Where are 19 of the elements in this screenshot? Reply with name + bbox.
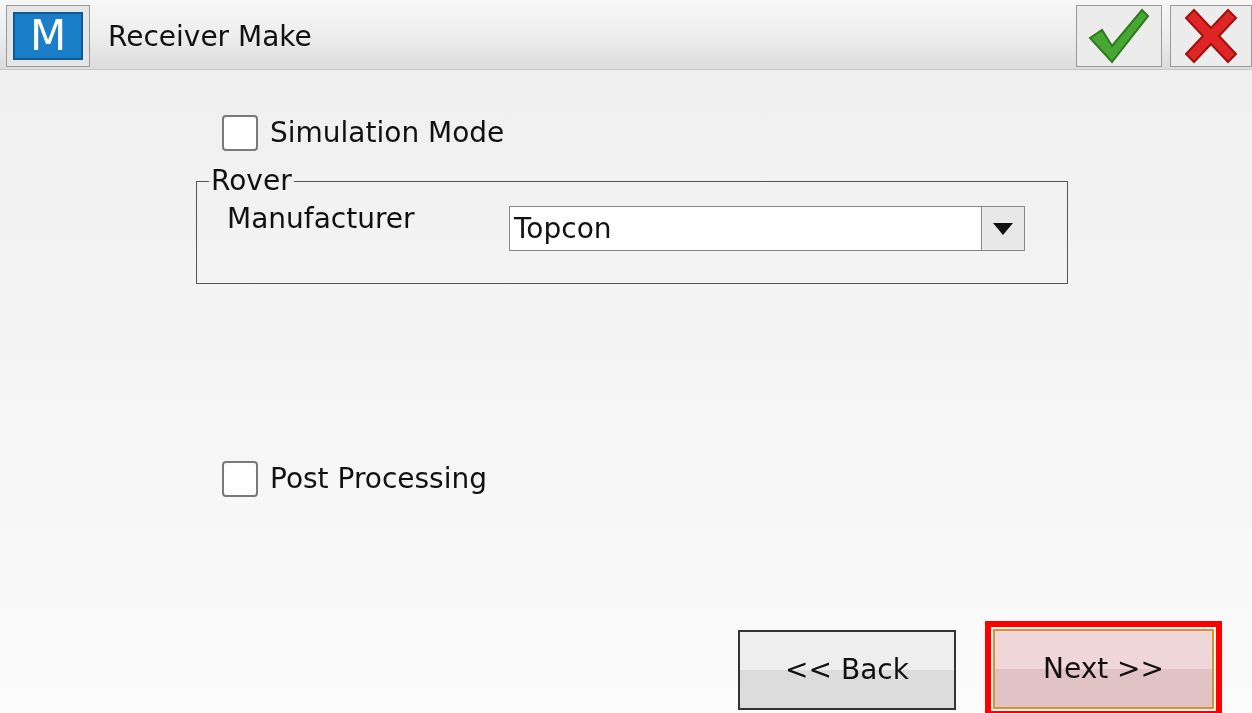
logo: M <box>13 12 83 60</box>
manufacturer-label: Manufacturer <box>227 201 416 237</box>
ok-button[interactable] <box>1076 5 1162 67</box>
caret-icon <box>993 222 1013 235</box>
close-button[interactable] <box>1170 5 1252 67</box>
checkmark-icon <box>1088 8 1150 64</box>
group-legend: Rover <box>209 160 294 202</box>
app-menu-button[interactable]: M <box>6 5 90 67</box>
dropdown-arrow-button[interactable] <box>981 207 1024 250</box>
close-icon <box>1182 8 1240 64</box>
checkbox-label: Post Processing <box>270 461 487 497</box>
checkbox[interactable] <box>222 461 258 497</box>
checkbox-label: Simulation Mode <box>270 115 505 151</box>
window-title: Receiver Make <box>107 19 313 55</box>
dropdown-value: Topcon <box>513 210 613 247</box>
nav-button[interactable]: Next >> <box>993 629 1214 709</box>
checkbox[interactable] <box>222 115 258 151</box>
manufacturer-dropdown[interactable]: Topcon <box>509 206 1025 251</box>
nav-button[interactable]: << Back <box>738 630 956 710</box>
